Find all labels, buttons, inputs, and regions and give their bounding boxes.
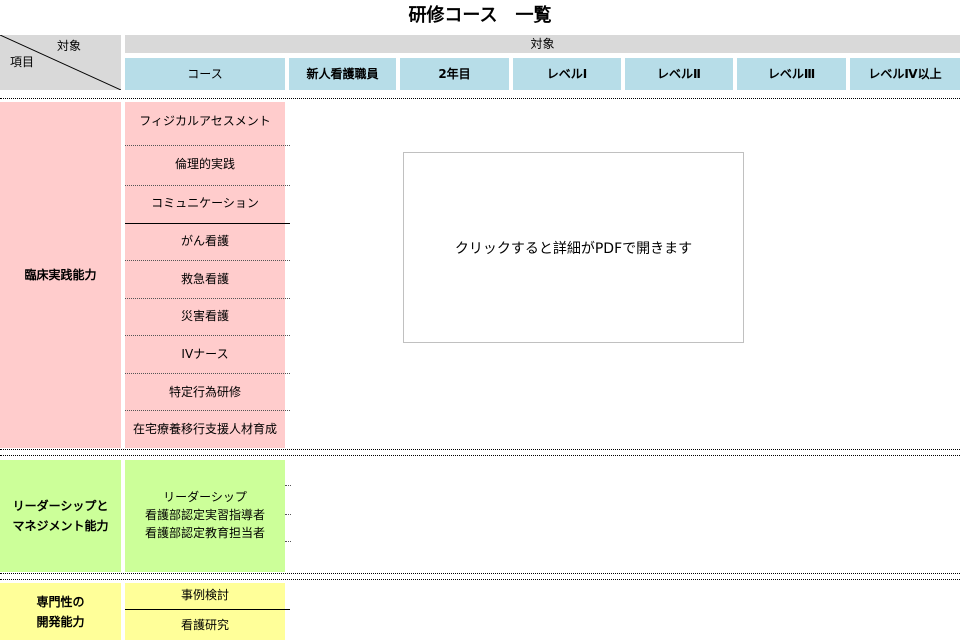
row-divider: [0, 449, 960, 450]
course-case-study[interactable]: 事例検討: [125, 586, 285, 606]
course-communication[interactable]: コミュニケーション: [125, 194, 285, 216]
row-divider: [0, 573, 960, 574]
course-ethical-practice[interactable]: 倫理的実践: [125, 155, 285, 177]
page-title: 研修コース 一覧: [408, 5, 552, 26]
col-header-level-1: レベルⅠ: [513, 58, 621, 90]
corner-item-label: 項目: [10, 55, 35, 69]
category-leadership-management[interactable]: リーダーシップと マネジメント能力: [0, 460, 121, 572]
course-divider: [125, 335, 290, 336]
course-divider: [125, 410, 290, 411]
course-divider: [125, 373, 290, 374]
header-corner-cell: 対象 項目: [0, 35, 121, 90]
course-divider: [125, 145, 290, 146]
col-header-2nd-year: 2年目: [400, 58, 509, 90]
course-physical-assessment[interactable]: フィジカルアセスメント: [125, 112, 285, 134]
course-divider: [125, 609, 290, 610]
category-line: 開発能力: [36, 614, 85, 629]
category-line: 専門性の: [36, 594, 85, 609]
course-group-leadership: リーダーシップ 看護部認定実習指導者 看護部認定教育担当者: [125, 460, 285, 572]
course-leadership[interactable]: リーダーシップ: [125, 488, 285, 506]
course-divider: [285, 485, 291, 486]
course-practicum-instructor[interactable]: 看護部認定実習指導者: [125, 506, 285, 524]
category-line: マネジメント能力: [12, 519, 109, 533]
course-divider: [285, 541, 291, 542]
course-specified-acts[interactable]: 特定行為研修: [125, 383, 285, 405]
course-home-care-transition[interactable]: 在宅療養移行支援人材育成: [125, 420, 285, 442]
course-nursing-research[interactable]: 看護研究: [125, 616, 285, 636]
course-emergency-nursing[interactable]: 救急看護: [125, 270, 285, 292]
course-education-officer[interactable]: 看護部認定教育担当者: [125, 524, 285, 542]
course-disaster-nursing[interactable]: 災害看護: [125, 307, 285, 329]
row-divider: [0, 98, 960, 99]
target-band-label: 対象: [530, 37, 555, 51]
course-divider: [125, 260, 290, 261]
category-line: リーダーシップと: [12, 499, 109, 513]
row-divider: [0, 579, 960, 580]
course-divider: [285, 514, 291, 515]
category-clinical-practice[interactable]: 臨床実践能力: [0, 102, 121, 448]
row-divider: [0, 455, 960, 456]
course-divider: [125, 223, 290, 224]
course-cancer-nursing[interactable]: がん看護: [125, 232, 285, 254]
course-iv-nurse[interactable]: IVナース: [125, 345, 285, 367]
pdf-info-popup: クリックすると詳細がPDFで開きます: [403, 152, 744, 343]
popup-text: クリックすると詳細がPDFで開きます: [454, 240, 693, 257]
col-header-course: コース: [125, 58, 285, 90]
target-band-header: 対象: [125, 35, 960, 53]
course-divider: [125, 298, 290, 299]
col-header-level-4-plus: レベルⅣ以上: [850, 58, 960, 90]
corner-target-label: 対象: [56, 39, 81, 53]
category-professional-development[interactable]: 専門性の 開発能力: [0, 583, 121, 640]
col-header-level-2: レベルⅡ: [625, 58, 733, 90]
col-header-new-nurse: 新人看護職員: [289, 58, 396, 90]
col-header-level-3: レベルⅢ: [737, 58, 846, 90]
course-divider: [125, 185, 290, 186]
